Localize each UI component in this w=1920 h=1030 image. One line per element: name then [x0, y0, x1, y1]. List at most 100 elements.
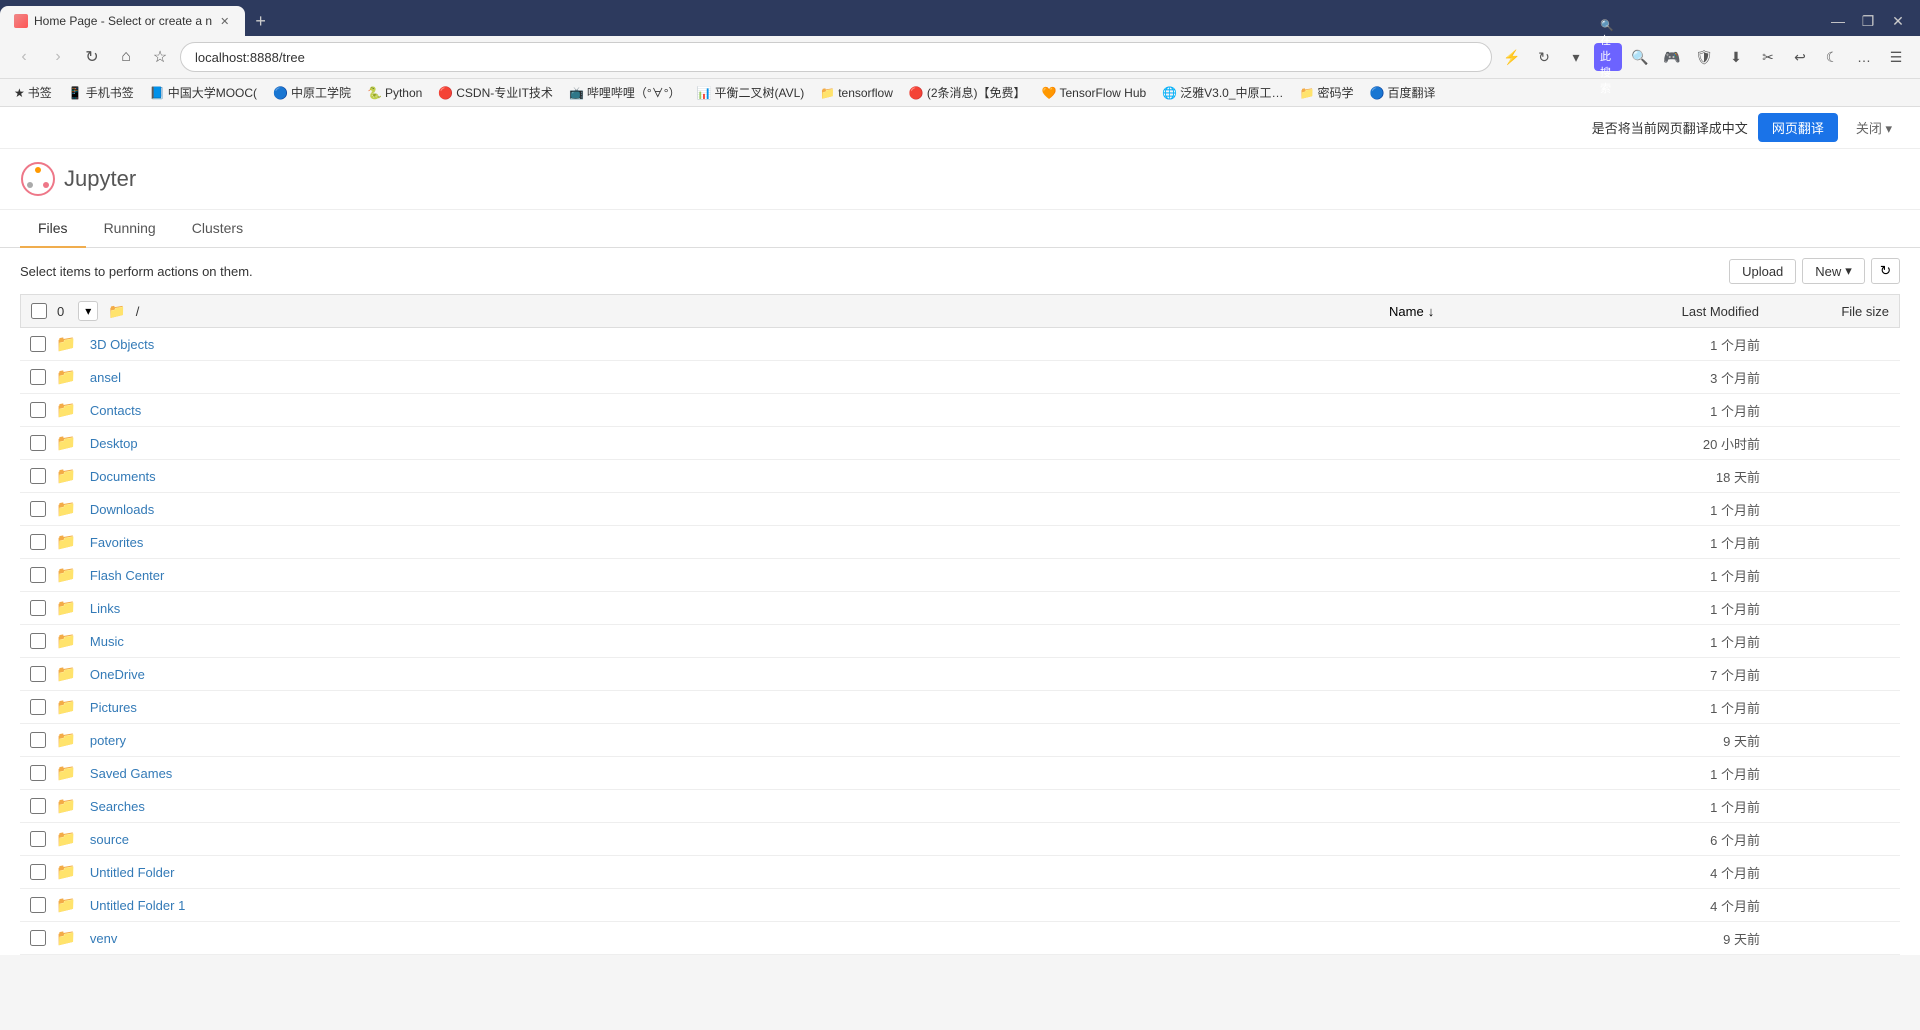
bookmark-item-tensorflow[interactable]: 📁 tensorflow [814, 84, 899, 102]
moon-icon[interactable]: ☾ [1818, 43, 1846, 71]
lightning-icon[interactable]: ⚡ [1498, 43, 1526, 71]
search-engine-icon[interactable]: 🔍 在此搜索 [1594, 43, 1622, 71]
minimize-button[interactable]: — [1824, 7, 1852, 35]
bookmark-item-mooc[interactable]: 📘 中国大学MOOC( [144, 82, 263, 103]
file-checkbox-12[interactable] [30, 732, 46, 748]
file-checkbox-13[interactable] [30, 765, 46, 781]
file-name-15[interactable]: source [90, 832, 1570, 847]
forward-button[interactable]: › [44, 43, 72, 71]
settings-menu-button[interactable]: ☰ [1882, 43, 1910, 71]
file-name-5[interactable]: Downloads [90, 502, 1570, 517]
select-all-checkbox[interactable] [31, 303, 47, 319]
file-checkbox-10[interactable] [30, 666, 46, 682]
bookmark-item-tfhub[interactable]: 🧡 TensorFlow Hub [1036, 84, 1153, 102]
file-checkbox-6[interactable] [30, 534, 46, 550]
file-name-17[interactable]: Untitled Folder 1 [90, 898, 1570, 913]
file-checkbox-1[interactable] [30, 369, 46, 385]
file-name-6[interactable]: Favorites [90, 535, 1570, 550]
file-name-12[interactable]: potery [90, 733, 1570, 748]
refresh-nav-icon[interactable]: ↻ [1530, 43, 1558, 71]
address-bar[interactable] [180, 42, 1492, 72]
table-row: 📁 Searches 1 个月前 [20, 790, 1900, 823]
reload-button[interactable]: ↻ [78, 43, 106, 71]
file-modified-18: 9 天前 [1580, 929, 1760, 948]
bookmark-item-crypto[interactable]: 📁 密码学 [1294, 82, 1360, 103]
file-checkbox-11[interactable] [30, 699, 46, 715]
file-checkbox-0[interactable] [30, 336, 46, 352]
close-translation-button[interactable]: 关闭 ▾ [1848, 113, 1900, 142]
file-name-9[interactable]: Music [90, 634, 1570, 649]
home-button[interactable]: ⌂ [112, 43, 140, 71]
bookmark-label: Python [385, 86, 422, 100]
bookmark-item-python[interactable]: 🐍 Python [361, 84, 428, 102]
table-row: 📁 Desktop 20 小时前 [20, 427, 1900, 460]
bookmark-item-shujian[interactable]: ★ 书签 [8, 82, 58, 103]
sort-dropdown-button[interactable]: ▾ [78, 301, 98, 321]
file-checkbox-9[interactable] [30, 633, 46, 649]
file-checkbox-3[interactable] [30, 435, 46, 451]
back-button[interactable]: ‹ [10, 43, 38, 71]
file-checkbox-17[interactable] [30, 897, 46, 913]
col-name-header[interactable]: Name ↓ [1389, 304, 1569, 319]
file-checkbox-16[interactable] [30, 864, 46, 880]
close-button[interactable]: ✕ [1884, 7, 1912, 35]
folder-icon-9: 📁 [56, 631, 76, 651]
game-icon[interactable]: 🎮 [1658, 43, 1686, 71]
tab-close-button[interactable]: ✕ [218, 13, 231, 30]
maximize-button[interactable]: ❐ [1854, 7, 1882, 35]
school-icon: 🔵 [273, 86, 288, 100]
scissors-icon[interactable]: ✂ [1754, 43, 1782, 71]
search-button[interactable]: 🔍 [1626, 43, 1654, 71]
new-tab-button[interactable]: + [245, 11, 276, 32]
bookmark-item-avl[interactable]: 📊 平衡二叉树(AVL) [691, 82, 811, 103]
bookmark-star-button[interactable]: ☆ [146, 43, 174, 71]
bookmark-item-zhongyuan[interactable]: 🔵 中原工学院 [267, 82, 357, 103]
new-button[interactable]: New ▾ [1802, 258, 1865, 284]
bookmark-item-bilibili[interactable]: 📺 哔哩哔哩（°∀°） [563, 82, 687, 103]
more-button[interactable]: … [1850, 43, 1878, 71]
upload-button[interactable]: Upload [1729, 259, 1796, 284]
table-row: 📁 Favorites 1 个月前 [20, 526, 1900, 559]
file-checkbox-14[interactable] [30, 798, 46, 814]
file-name-18[interactable]: venv [90, 931, 1570, 946]
refresh-button[interactable]: ↻ [1871, 258, 1900, 284]
bookmark-item-mobile[interactable]: 📱 手机书签 [62, 82, 140, 103]
file-checkbox-2[interactable] [30, 402, 46, 418]
folder-icon-7: 📁 [56, 565, 76, 585]
file-checkbox-18[interactable] [30, 930, 46, 946]
file-checkbox-4[interactable] [30, 468, 46, 484]
history-dropdown-icon[interactable]: ▾ [1562, 43, 1590, 71]
file-name-7[interactable]: Flash Center [90, 568, 1570, 583]
bookmark-item-free[interactable]: 🔴 (2条消息)【免费】 [903, 82, 1032, 103]
col-last-modified-header[interactable]: Last Modified [1579, 304, 1759, 319]
file-name-16[interactable]: Untitled Folder [90, 865, 1570, 880]
file-name-1[interactable]: ansel [90, 370, 1570, 385]
undo-icon[interactable]: ↩ [1786, 43, 1814, 71]
file-name-14[interactable]: Searches [90, 799, 1570, 814]
tab-running[interactable]: Running [86, 210, 174, 248]
tab-clusters[interactable]: Clusters [174, 210, 261, 248]
col-file-size-header[interactable]: File size [1769, 304, 1889, 319]
file-name-13[interactable]: Saved Games [90, 766, 1570, 781]
file-name-3[interactable]: Desktop [90, 436, 1570, 451]
file-name-0[interactable]: 3D Objects [90, 337, 1570, 352]
file-checkbox-8[interactable] [30, 600, 46, 616]
file-checkbox-7[interactable] [30, 567, 46, 583]
file-name-10[interactable]: OneDrive [90, 667, 1570, 682]
bookmark-item-baidu-translate[interactable]: 🔵 百度翻译 [1363, 82, 1441, 103]
translate-button[interactable]: 网页翻译 [1758, 113, 1838, 142]
file-name-11[interactable]: Pictures [90, 700, 1570, 715]
folder-icon-16: 📁 [56, 862, 76, 882]
file-checkbox-5[interactable] [30, 501, 46, 517]
file-checkbox-15[interactable] [30, 831, 46, 847]
bookmark-item-fanya[interactable]: 🌐 泛雅V3.0_中原工… [1156, 82, 1289, 103]
bookmark-item-csdn[interactable]: 🔴 CSDN-专业IT技术 [432, 82, 559, 103]
file-name-4[interactable]: Documents [90, 469, 1570, 484]
active-tab[interactable]: Home Page - Select or create a n ✕ [0, 6, 245, 36]
download-icon[interactable]: ⬇ [1722, 43, 1750, 71]
shield-icon[interactable]: 🛡 [1690, 43, 1718, 71]
tab-files[interactable]: Files [20, 210, 86, 248]
bookmark-label: 平衡二叉树(AVL) [714, 84, 804, 101]
file-name-2[interactable]: Contacts [90, 403, 1570, 418]
file-name-8[interactable]: Links [90, 601, 1570, 616]
